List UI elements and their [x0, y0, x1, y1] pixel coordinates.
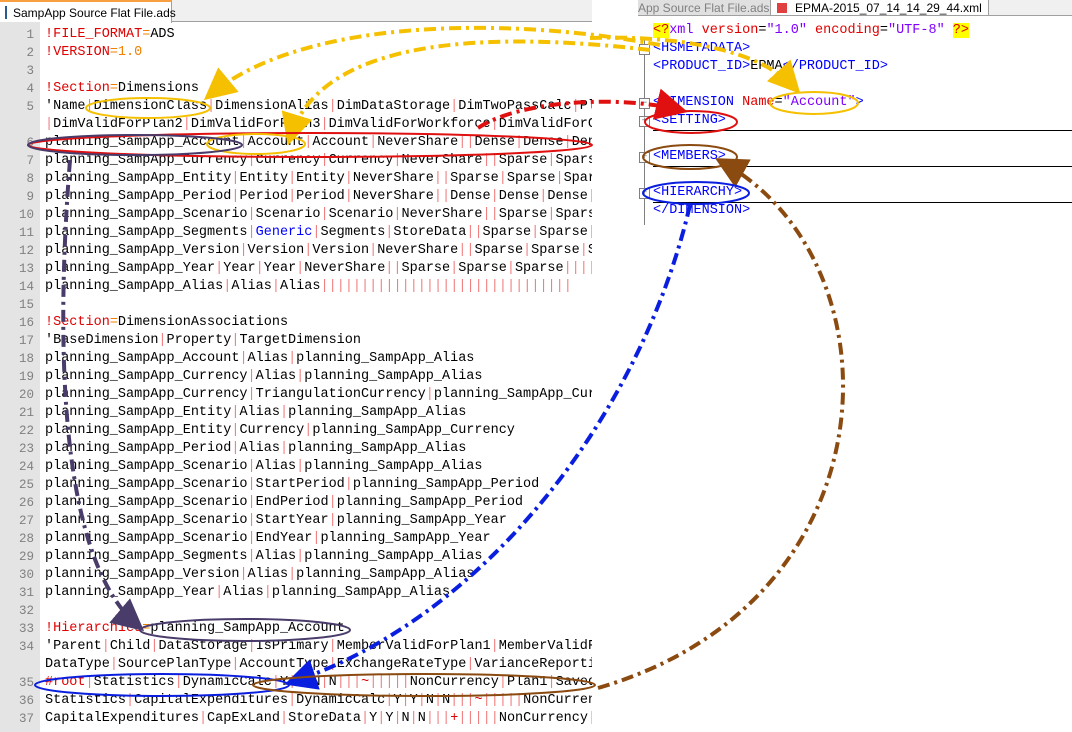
highlight-dimensionclass	[85, 97, 211, 119]
highlight-line6	[27, 132, 593, 158]
highlight-dimension-name	[27, 134, 243, 156]
arrow-blue-hierarchy	[284, 204, 692, 690]
highlight-hierarchies-name	[139, 618, 351, 642]
annotation-overlay	[27, 25, 859, 697]
highlight-members	[642, 144, 738, 170]
arrow-brown-members	[597, 158, 846, 690]
highlight-member-props	[252, 673, 596, 697]
arrow-red-setting	[476, 88, 688, 130]
highlight-hierarchy	[642, 181, 750, 205]
highlight-xml-account	[769, 91, 859, 115]
highlight-root-row	[34, 673, 290, 697]
arrow-purple-hierarchies	[61, 159, 145, 632]
arrow-yellow-account	[281, 39, 651, 146]
highlight-setting	[644, 110, 738, 134]
